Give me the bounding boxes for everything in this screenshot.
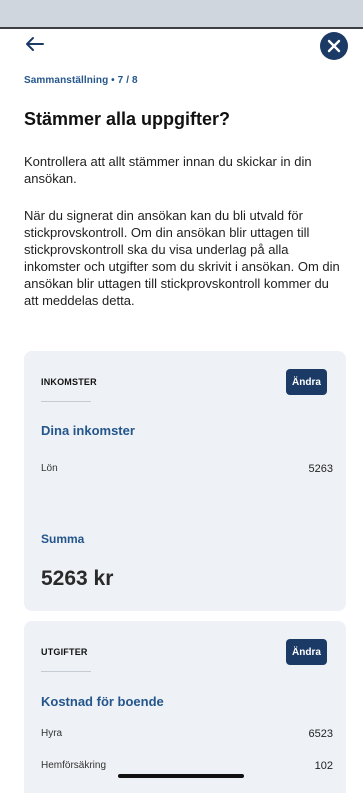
income-row-label: Lön [41, 463, 58, 474]
edit-income-button[interactable]: Ändra [286, 369, 327, 395]
home-indicator[interactable] [118, 774, 244, 778]
expenses-card-label: UTGIFTER [41, 647, 88, 657]
close-button[interactable] [320, 32, 348, 60]
step-indicator: Sammanställning • 7 / 8 [24, 75, 138, 86]
back-button[interactable] [22, 32, 48, 56]
income-row-value: 5263 [308, 463, 333, 475]
close-icon [327, 39, 341, 53]
income-row: Lön 5263 [41, 463, 333, 475]
status-bar [0, 0, 363, 27]
page-title: Stämmer alla uppgifter? [24, 109, 231, 129]
income-sum-value: 5263 kr [41, 567, 114, 590]
expense-row-label: Hemförsäkring [41, 760, 107, 771]
expense-row-value: 102 [314, 760, 333, 772]
income-sum-title: Summa [41, 532, 85, 546]
expense-row-value: 6523 [308, 728, 333, 740]
divider [41, 671, 91, 672]
spot-check-info-text: När du signerat din ansökan kan du bli u… [24, 208, 340, 308]
housing-cost-section-title: Kostnad för boende [41, 694, 164, 709]
expense-row-label: Hyra [41, 728, 63, 739]
expense-row: Hemförsäkring 102 [41, 760, 333, 772]
arrow-left-icon [26, 37, 44, 51]
summary-sheet: Sammanställning • 7 / 8 Stämmer alla upp… [0, 27, 363, 793]
divider [41, 401, 91, 402]
expenses-card: UTGIFTER Ändra Kostnad för boende Hyra 6… [24, 621, 346, 793]
edit-expenses-button[interactable]: Ändra [286, 639, 327, 665]
income-section-title: Dina inkomster [41, 423, 135, 438]
expense-row: Hyra 6523 [41, 728, 333, 740]
intro-text: Kontrollera att allt stämmer innan du sk… [24, 154, 312, 186]
income-card: INKOMSTER Ändra Dina inkomster Lön 5263 … [24, 351, 346, 611]
income-card-label: INKOMSTER [41, 377, 97, 387]
